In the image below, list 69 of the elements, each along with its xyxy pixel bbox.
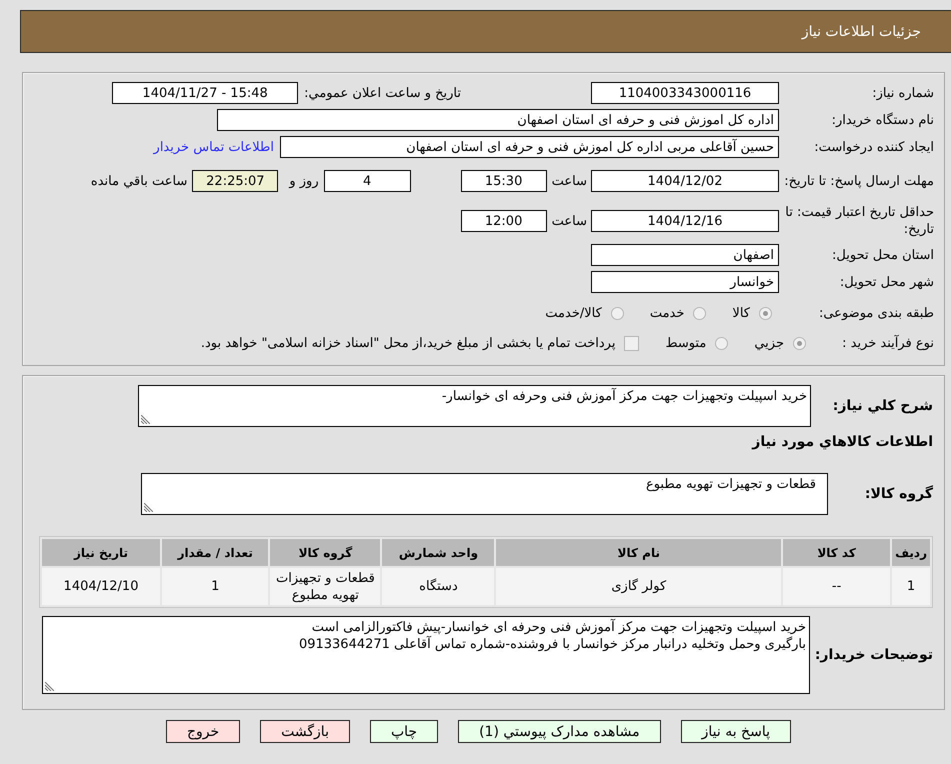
field-label: شماره نیاز:: [871, 86, 934, 100]
table-cell: 1: [892, 568, 930, 605]
remaining-label: ساعت باقي مانده: [90, 174, 188, 188]
field-label: شهر محل تحویل:: [838, 274, 934, 290]
column-header: گروه کالا: [270, 539, 380, 566]
field-label: مهلت ارسال پاسخ: تا تاریخ:: [783, 172, 934, 190]
goods-group-field[interactable]: قطعات و تجهیزات تهویه مطبوع: [141, 473, 828, 515]
field-label: طبقه بندی موضوعی:: [818, 306, 934, 320]
radio-button[interactable]: [693, 306, 706, 320]
option-label: متوسط: [665, 336, 706, 350]
table-cell: قطعات و تجهیزات تهویه مطبوع: [270, 568, 380, 605]
time-label: ساعت: [552, 174, 587, 188]
buyer-contact-link[interactable]: اطلاعات تماس خریدار: [154, 140, 274, 154]
field-label: حداقل تاریخ اعتبار قیمت: تا تاریخ:: [784, 204, 934, 238]
resize-grip-icon[interactable]: [45, 682, 54, 691]
days-field[interactable]: 4: [324, 170, 411, 192]
option-label: کالا/خدمت: [545, 306, 602, 320]
print-button[interactable]: چاپ: [370, 720, 438, 743]
column-header: ردیف: [892, 539, 930, 566]
requester-field[interactable]: حسین آقاعلی مربی اداره کل اموزش فنی و حرفه ای استان اصفهان: [280, 136, 779, 158]
table-cell: کولر گازی: [496, 568, 782, 605]
reply-date-field[interactable]: 1404/12/02: [591, 170, 779, 192]
table-cell: دستگاه: [382, 568, 494, 605]
reply-time-field[interactable]: 15:30: [460, 170, 547, 192]
option-label: جزيي: [754, 336, 784, 350]
validity-time-field[interactable]: 12:00: [460, 210, 547, 232]
radio-button[interactable]: [715, 336, 728, 350]
need-number-field[interactable]: 1104003343000116: [591, 82, 779, 104]
column-header: کد کالا: [783, 539, 890, 566]
radio-button[interactable]: [610, 306, 624, 320]
option-label: کالا: [732, 306, 750, 320]
resize-grip-icon[interactable]: [141, 415, 150, 424]
back-button[interactable]: بازگشت: [260, 720, 350, 743]
exit-button[interactable]: خروج: [166, 720, 240, 743]
table-cell: 1: [162, 568, 268, 605]
time-label: ساعت: [552, 214, 587, 228]
column-header: واحد شمارش: [382, 539, 494, 566]
page-title: جزئیات اطلاعات نیاز: [802, 24, 921, 40]
validity-date-field[interactable]: 1404/12/16: [591, 210, 779, 232]
field-label: گروه کالا:: [864, 486, 933, 502]
reply-button[interactable]: پاسخ به نیاز: [680, 720, 791, 743]
checkbox-label: پرداخت تمام یا بخشی از مبلغ خرید،از محل "اسناد خزانه اسلامی" خواهد بود.: [200, 336, 616, 350]
field-label: نوع فرآیند خرید :: [841, 336, 934, 350]
buyer-org-field[interactable]: اداره کل اموزش فنی و حرفه ای استان اصفهان: [217, 109, 779, 131]
field-label: تاریخ و ساعت اعلان عمومي:: [304, 86, 461, 100]
field-label: توضیحات خریدار:: [814, 647, 933, 663]
days-label: روز و: [289, 174, 319, 188]
field-label: نام دستگاه خریدار:: [830, 112, 934, 128]
section-heading: اطلاعات کالاهاي مورد نیاز: [752, 434, 933, 452]
attachments-button[interactable]: مشاهده مدارک پیوستي (1): [458, 720, 661, 743]
column-header: نام کالا: [496, 539, 782, 566]
province-field[interactable]: اصفهان: [591, 244, 779, 266]
checkbox[interactable]: [624, 336, 640, 350]
city-field[interactable]: خوانسار: [591, 271, 779, 293]
column-header: تاریخ نیاز: [42, 539, 160, 566]
field-label: ایجاد کننده درخواست:: [813, 140, 934, 154]
buyer-notes-field[interactable]: خرید اسپیلت وتجهیزات جهت مرکز آموزش فنی وحرفه ای خوانسار-پیش فاکتورالزامی است بارگیری وحمل وتخلیه درانبار مرکز خوانسار با فروشنده-شماره تماس آقاعلی 09133644271: [42, 616, 810, 694]
table-cell: --: [783, 568, 890, 605]
announce-date-field[interactable]: 1404/11/27 - 15:48: [112, 82, 298, 104]
radio-button[interactable]: [793, 336, 806, 350]
field-label: شرح کلي نیاز:: [832, 398, 933, 414]
description-field[interactable]: خرید اسپیلت وتجهیزات جهت مرکز آموزش فنی وحرفه ای خوانسار-: [138, 385, 811, 427]
resize-grip-icon[interactable]: [144, 503, 153, 512]
table-cell: 1404/12/10: [42, 568, 160, 605]
radio-button[interactable]: [759, 306, 772, 320]
remaining-time-field[interactable]: 22:25:07: [192, 170, 278, 192]
field-label: استان محل تحویل:: [831, 248, 934, 262]
column-header: تعداد / مقدار: [162, 539, 268, 566]
option-label: خدمت: [650, 306, 684, 320]
